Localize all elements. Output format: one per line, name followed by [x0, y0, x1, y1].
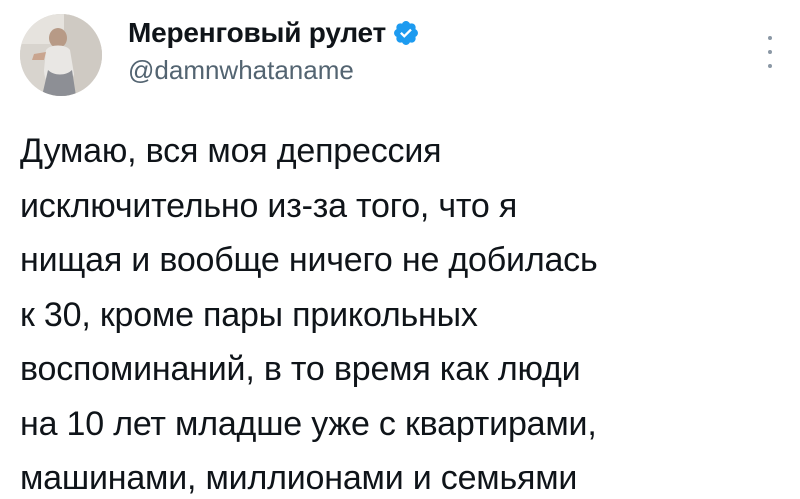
more-dot	[768, 50, 772, 54]
author-handle[interactable]: @damnwhataname	[128, 52, 728, 88]
tweet-card: Меренговый рулет @damnwhataname Думаю, в…	[0, 0, 800, 499]
tweet-text: Думаю, вся моя депрессия исключительно и…	[20, 132, 598, 497]
avatar-photo-icon	[20, 14, 102, 96]
author-display-name[interactable]: Меренговый рулет	[128, 14, 386, 52]
more-dot	[768, 36, 772, 40]
author-avatar[interactable]	[20, 14, 102, 96]
more-dot	[768, 64, 772, 68]
tweet-header: Меренговый рулет @damnwhataname	[128, 14, 728, 88]
verified-badge-icon	[394, 21, 419, 45]
more-options-icon[interactable]	[760, 36, 780, 68]
author-name-row: Меренговый рулет	[128, 14, 728, 52]
